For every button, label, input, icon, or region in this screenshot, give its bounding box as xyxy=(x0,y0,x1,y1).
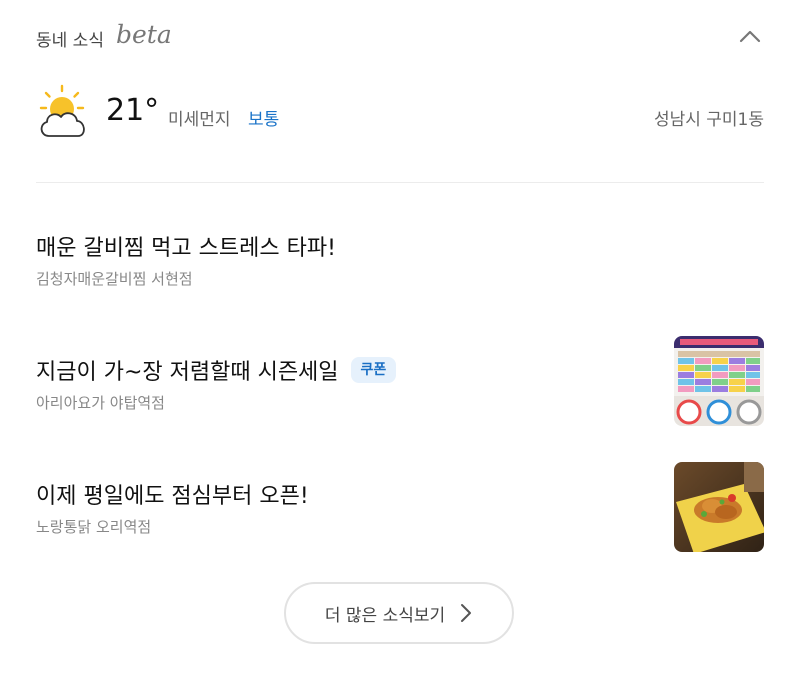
beta-label: beta xyxy=(116,20,172,49)
news-title: 매운 갈비찜 먹고 스트레스 타파! xyxy=(36,230,336,262)
weather-row[interactable]: 21° 미세먼지 보통 성남시 구미1동 xyxy=(36,84,764,148)
more-news-label: 더 많은 소식보기 xyxy=(324,605,446,626)
news-title: 이제 평일에도 점심부터 오픈! xyxy=(36,478,309,510)
chevron-right-icon xyxy=(461,604,472,622)
fine-dust-value: 보통 xyxy=(248,110,280,130)
news-store: 김청자매운갈비찜 서현점 xyxy=(36,270,193,288)
news-header: 동네 소식 beta xyxy=(36,20,764,52)
news-store: 노랑통닭 오리역점 xyxy=(36,518,152,536)
news-title-text: 매운 갈비찜 먹고 스트레스 타파! xyxy=(36,236,336,261)
fried-chicken-image xyxy=(674,462,764,552)
news-title-text: 지금이 가~장 저렴할때 시즌세일 xyxy=(36,360,339,385)
location-label[interactable]: 성남시 구미1동 xyxy=(654,105,764,130)
coupon-badge: 쿠폰 xyxy=(350,357,397,383)
partly-cloudy-icon xyxy=(39,84,85,137)
news-item[interactable]: 지금이 가~장 저렴할때 시즌세일 쿠폰 아리아요가 야탑역점 xyxy=(36,336,764,428)
news-store: 아리아요가 야탑역점 xyxy=(36,394,165,412)
temperature: 21° xyxy=(106,93,160,128)
news-title: 지금이 가~장 저렴할때 시즌세일 쿠폰 xyxy=(36,354,397,386)
chevron-up-icon xyxy=(739,30,761,43)
schedule-poster-image xyxy=(674,336,764,426)
more-news-button[interactable]: 더 많은 소식보기 xyxy=(284,582,514,644)
divider xyxy=(36,182,764,183)
news-item[interactable]: 매운 갈비찜 먹고 스트레스 타파! 김청자매운갈비찜 서현점 xyxy=(36,230,764,300)
news-item[interactable]: 이제 평일에도 점심부터 오픈! 노랑통닭 오리역점 xyxy=(36,460,764,552)
news-title-text: 이제 평일에도 점심부터 오픈! xyxy=(36,484,309,509)
fine-dust-label: 미세먼지 xyxy=(168,110,231,130)
collapse-button[interactable] xyxy=(736,22,764,50)
section-title: 동네 소식 xyxy=(36,31,104,51)
